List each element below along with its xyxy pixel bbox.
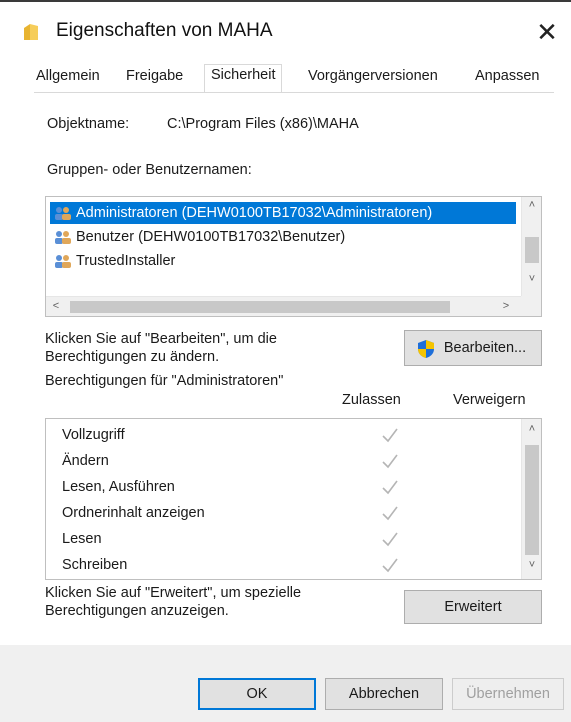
- permission-row: Ändern: [62, 449, 502, 475]
- scrollbar-thumb[interactable]: [70, 301, 450, 313]
- permissions-list[interactable]: Vollzugriff Ändern Lesen, Ausführen Ordn…: [45, 418, 542, 580]
- list-item-benutzer[interactable]: Benutzer (DEHW0100TB17032\Benutzer): [50, 226, 345, 248]
- scrollbar-thumb[interactable]: [525, 237, 539, 263]
- check-icon: [382, 480, 398, 495]
- permission-row: Schreiben: [62, 553, 502, 579]
- edit-button[interactable]: Bearbeiten...: [404, 330, 542, 366]
- tab-divider: [34, 92, 554, 93]
- shield-icon: [418, 340, 434, 358]
- edit-hint-line2: Berechtigungen zu ändern.: [45, 349, 220, 365]
- advanced-button[interactable]: Erweitert: [404, 590, 542, 624]
- permission-name: Ändern: [62, 453, 109, 469]
- groups-label: Gruppen- oder Benutzernamen:: [47, 162, 252, 178]
- apply-button-label: Übernehmen: [466, 686, 550, 702]
- permissions-label: Berechtigungen für "Administratoren": [45, 373, 284, 389]
- permission-name: Lesen, Ausführen: [62, 479, 175, 495]
- ok-button-label: OK: [246, 686, 268, 702]
- advanced-hint-line2: Berechtigungen anzuzeigen.: [45, 603, 229, 619]
- folder-icon: [24, 24, 38, 40]
- user-name: TrustedInstaller: [76, 253, 176, 269]
- edit-hint-line1: Klicken Sie auf "Bearbeiten", um die: [45, 331, 277, 347]
- title-bar: Eigenschaften von MAHA ✕: [0, 0, 571, 58]
- user-list-horizontal-scrollbar[interactable]: < >: [46, 296, 522, 316]
- permission-row: Lesen, Ausführen: [62, 475, 502, 501]
- object-name-value: C:\Program Files (x86)\MAHA: [167, 116, 359, 132]
- list-item-administratoren[interactable]: Administratoren (DEHW0100TB17032\Adminis…: [50, 202, 516, 224]
- permission-name: Schreiben: [62, 557, 128, 573]
- check-icon: [382, 506, 398, 521]
- column-allow: Zulassen: [342, 392, 401, 408]
- scrollbar-thumb[interactable]: [525, 445, 539, 555]
- scroll-down-icon[interactable]: ˅: [522, 273, 541, 285]
- check-icon: [382, 428, 398, 443]
- permission-name: Vollzugriff: [62, 427, 125, 443]
- check-icon: [382, 454, 398, 469]
- scroll-up-icon[interactable]: ˄: [522, 423, 541, 435]
- permissions-vertical-scrollbar[interactable]: ˄ ˅: [521, 419, 541, 579]
- users-group-icon: [55, 207, 71, 220]
- tab-allgemein[interactable]: Allgemein: [36, 68, 100, 84]
- check-icon: [382, 532, 398, 547]
- permission-row: Lesen: [62, 527, 502, 553]
- user-name: Benutzer (DEHW0100TB17032\Benutzer): [76, 229, 346, 245]
- users-group-icon: [55, 255, 71, 268]
- ok-button[interactable]: OK: [198, 678, 316, 710]
- cancel-button[interactable]: Abbrechen: [325, 678, 443, 710]
- advanced-hint-line1: Klicken Sie auf "Erweitert", um speziell…: [45, 585, 302, 601]
- advanced-button-label: Erweitert: [444, 599, 502, 615]
- column-deny: Verweigern: [453, 392, 526, 408]
- scroll-right-icon[interactable]: >: [496, 300, 516, 312]
- users-group-icon: [55, 231, 71, 244]
- window-title: Eigenschaften von MAHA: [56, 20, 273, 41]
- user-list[interactable]: Administratoren (DEHW0100TB17032\Adminis…: [45, 196, 542, 317]
- list-item-trustedinstaller[interactable]: TrustedInstaller: [50, 250, 175, 272]
- tab-freigabe[interactable]: Freigabe: [126, 68, 183, 84]
- scroll-up-icon[interactable]: ˄: [522, 199, 541, 211]
- edit-button-label: Bearbeiten...: [443, 340, 527, 356]
- check-icon: [382, 558, 398, 573]
- permission-row: Vollzugriff: [62, 423, 502, 449]
- apply-button[interactable]: Übernehmen: [452, 678, 564, 710]
- permission-name: Ordnerinhalt anzeigen: [62, 505, 205, 521]
- scrollbar-corner: [521, 296, 541, 316]
- user-list-vertical-scrollbar[interactable]: ˄ ˅: [521, 197, 541, 297]
- tab-sicherheit[interactable]: Sicherheit: [204, 64, 283, 92]
- tab-anpassen[interactable]: Anpassen: [475, 68, 540, 84]
- scroll-down-icon[interactable]: ˅: [522, 559, 541, 571]
- close-icon: ✕: [536, 17, 558, 47]
- object-name-label: Objektname:: [47, 116, 130, 132]
- permission-name: Lesen: [62, 531, 102, 547]
- cancel-button-label: Abbrechen: [348, 686, 420, 702]
- user-name: Administratoren (DEHW0100TB17032\Adminis…: [76, 205, 433, 221]
- permission-row: Ordnerinhalt anzeigen: [62, 501, 502, 527]
- scroll-left-icon[interactable]: <: [46, 300, 66, 312]
- tab-vorgaengerversionen[interactable]: Vorgängerversionen: [308, 68, 438, 84]
- close-button[interactable]: ✕: [527, 14, 567, 50]
